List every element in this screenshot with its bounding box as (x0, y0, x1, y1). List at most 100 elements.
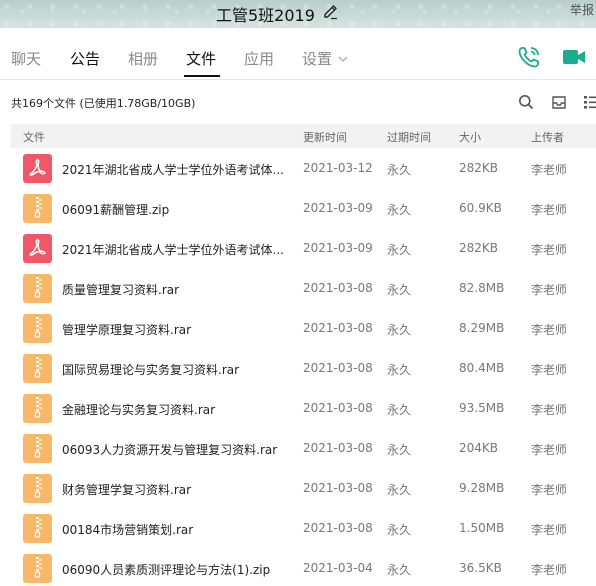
file-name[interactable]: 2021年湖北省成人学士学位外语考试体... (62, 161, 286, 178)
file-name[interactable]: 06093人力资源开发与管理复习资料.rar (62, 441, 286, 458)
pdf-file-icon (23, 154, 52, 183)
file-uploader: 李老师 (531, 563, 568, 577)
tab-announcements[interactable]: 公告 (70, 48, 100, 69)
file-uploader: 李老师 (531, 323, 568, 337)
file-expiry: 永久 (387, 523, 412, 537)
file-row[interactable]: 06091薪酬管理.zip 2021-03-09 永久 60.9KB 李老师 (0, 188, 596, 228)
file-size: 36.5KB (459, 561, 502, 575)
file-updated-date: 2021-03-08 (303, 321, 373, 335)
tab-files[interactable]: 文件 (186, 48, 216, 69)
title-bar: 工管5班2019 举报 (0, 0, 596, 28)
file-uploader: 李老师 (531, 443, 568, 457)
file-expiry: 永久 (387, 283, 412, 297)
archive-file-icon (23, 474, 52, 503)
file-row[interactable]: 2021年湖北省成人学士学位外语考试体... 2021-03-09 永久 282KB 李… (0, 228, 596, 268)
file-size: 8.29MB (459, 321, 505, 335)
column-updated[interactable]: 更新时间 (303, 129, 347, 145)
archive-file-icon (23, 314, 52, 343)
file-row[interactable]: 质量管理复习资料.rar 2021-03-08 永久 82.8MB 李老师 (0, 268, 596, 308)
file-name[interactable]: 管理学原理复习资料.rar (62, 321, 286, 338)
column-size[interactable]: 大小 (459, 129, 481, 145)
tab-settings[interactable]: 设置 (302, 48, 348, 69)
file-row[interactable]: 06090人员素质测评理论与方法(1).zip 2021-03-04 永久 36.5K… (0, 548, 596, 586)
video-call-icon[interactable] (561, 44, 587, 70)
column-expires[interactable]: 过期时间 (387, 129, 431, 145)
file-updated-date: 2021-03-08 (303, 281, 373, 295)
file-size: 80.4MB (459, 361, 505, 375)
archive-file-icon (23, 554, 52, 583)
file-name[interactable]: 06091薪酬管理.zip (62, 201, 286, 218)
file-size: 1.50MB (459, 521, 505, 535)
file-updated-date: 2021-03-09 (303, 201, 373, 215)
file-expiry: 永久 (387, 203, 412, 217)
file-size: 204KB (459, 441, 499, 455)
group-title: 工管5班2019 (216, 6, 315, 25)
file-updated-date: 2021-03-08 (303, 521, 373, 535)
file-size: 82.8MB (459, 281, 505, 295)
file-updated-date: 2021-03-08 (303, 401, 373, 415)
file-row[interactable]: 财务管理学复习资料.rar 2021-03-08 永久 9.28MB 李老师 (0, 468, 596, 508)
inbox-icon[interactable] (551, 94, 567, 110)
archive-file-icon (23, 354, 52, 383)
file-uploader: 李老师 (531, 523, 568, 537)
file-name[interactable]: 财务管理学复习资料.rar (62, 481, 286, 498)
phone-call-icon[interactable] (516, 44, 542, 70)
file-row[interactable]: 06093人力资源开发与管理复习资料.rar 2021-03-08 永久 204KB 李… (0, 428, 596, 468)
file-row[interactable]: 国际贸易理论与实务复习资料.rar 2021-03-08 永久 80.4MB 李老师 (0, 348, 596, 388)
file-expiry: 永久 (387, 483, 412, 497)
file-updated-date: 2021-03-09 (303, 241, 373, 255)
archive-file-icon (23, 434, 52, 463)
file-name[interactable]: 00184市场营销策划.rar (62, 521, 286, 538)
file-uploader: 李老师 (531, 203, 568, 217)
list-view-icon[interactable] (583, 94, 596, 110)
file-table-header: 文件 更新时间 过期时间 大小 上传者 (11, 124, 596, 148)
archive-file-icon (23, 394, 52, 423)
file-expiry: 永久 (387, 403, 412, 417)
file-uploader: 李老师 (531, 363, 568, 377)
file-size: 282KB (459, 241, 499, 255)
archive-file-icon (23, 194, 52, 223)
file-uploader: 李老师 (531, 283, 568, 297)
file-size: 9.28MB (459, 481, 505, 495)
file-expiry: 永久 (387, 163, 412, 177)
archive-file-icon (23, 274, 52, 303)
file-name[interactable]: 06090人员素质测评理论与方法(1).zip (62, 561, 286, 578)
file-size: 282KB (459, 161, 499, 175)
archive-file-icon (23, 514, 52, 543)
file-row[interactable]: 金融理论与实务复习资料.rar 2021-03-08 永久 93.5MB 李老师 (0, 388, 596, 428)
file-updated-date: 2021-03-08 (303, 361, 373, 375)
file-size: 93.5MB (459, 401, 505, 415)
file-updated-date: 2021-03-08 (303, 481, 373, 495)
file-name[interactable]: 2021年湖北省成人学士学位外语考试体... (62, 241, 286, 258)
file-expiry: 永久 (387, 443, 412, 457)
file-name[interactable]: 质量管理复习资料.rar (62, 281, 286, 298)
file-updated-date: 2021-03-12 (303, 161, 373, 175)
tab-chat[interactable]: 聊天 (11, 48, 41, 69)
file-uploader: 李老师 (531, 483, 568, 497)
file-row[interactable]: 2021年湖北省成人学士学位外语考试体... 2021-03-12 永久 282KB 李… (0, 148, 596, 188)
file-expiry: 永久 (387, 243, 412, 257)
active-tab-indicator (184, 75, 220, 77)
file-expiry: 永久 (387, 363, 412, 377)
storage-summary: 共169个文件 (已使用1.78GB/10GB) (11, 97, 196, 110)
tab-album[interactable]: 相册 (128, 48, 158, 69)
tab-settings-label: 设置 (302, 50, 333, 68)
tab-apps[interactable]: 应用 (244, 48, 274, 69)
pdf-file-icon (23, 234, 52, 263)
file-updated-date: 2021-03-04 (303, 561, 373, 575)
file-expiry: 永久 (387, 323, 412, 337)
file-name[interactable]: 金融理论与实务复习资料.rar (62, 401, 286, 418)
search-icon[interactable] (518, 94, 534, 110)
chevron-down-icon (338, 56, 348, 62)
column-uploader[interactable]: 上传者 (531, 129, 564, 145)
file-uploader: 李老师 (531, 403, 568, 417)
column-file[interactable]: 文件 (23, 129, 45, 145)
file-row[interactable]: 管理学原理复习资料.rar 2021-03-08 永久 8.29MB 李老师 (0, 308, 596, 348)
edit-pencil-icon[interactable] (322, 3, 340, 21)
file-updated-date: 2021-03-08 (303, 441, 373, 455)
file-row[interactable]: 00184市场营销策划.rar 2021-03-08 永久 1.50MB 李老师 (0, 508, 596, 548)
file-list: 2021年湖北省成人学士学位外语考试体... 2021-03-12 永久 282KB 李… (0, 148, 596, 586)
file-name[interactable]: 国际贸易理论与实务复习资料.rar (62, 361, 286, 378)
file-size: 60.9KB (459, 201, 502, 215)
report-link[interactable]: 举报 (570, 1, 594, 18)
